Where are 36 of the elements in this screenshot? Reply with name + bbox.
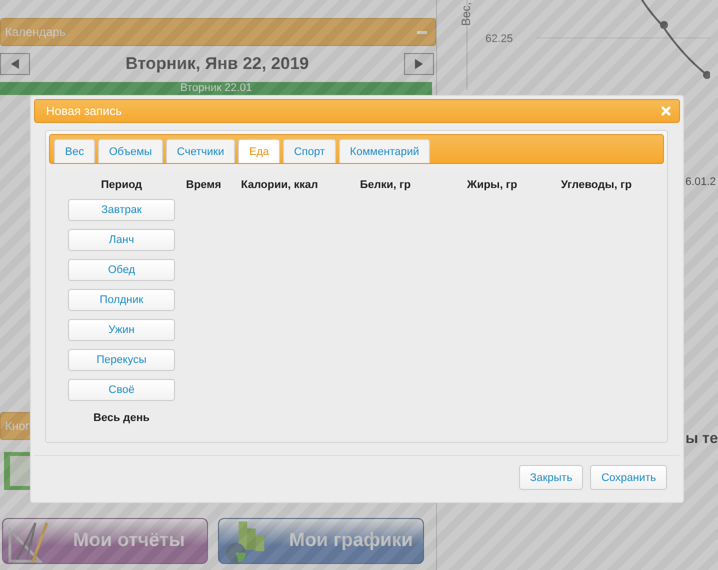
axis-label: Вес, [459,2,474,26]
tab[interactable]: Спорт [282,139,336,163]
column-header: Белки, гр [359,179,412,193]
axis-tick: 62.25 [485,33,513,45]
column-header: Период [100,179,144,193]
column-header: Жиры, гр [466,179,518,193]
tab[interactable]: Комментарий [338,139,430,163]
drafting-tools-icon [7,520,51,564]
column-header: Углеводы, гр [560,179,633,193]
column-header: Калории, ккал [240,179,319,193]
section-heading: ы те [685,430,718,447]
meal-period-button[interactable]: Своё [68,379,175,401]
left-triangle-icon [11,59,19,69]
right-triangle-icon [415,59,424,69]
total-label: Весь день [92,412,151,424]
dialog-title: Новая запись [46,104,122,118]
axis-tick: 6.01.2 [685,176,716,188]
next-day-button[interactable] [404,53,434,75]
tab[interactable]: Счетчики [166,139,236,163]
day-bar[interactable]: Вторник 22.01 [0,82,432,95]
meal-period-button[interactable]: Ужин [68,319,175,341]
meal-period-button[interactable]: Обед [68,259,175,281]
meal-period-button[interactable]: Перекусы [68,349,175,371]
dialog-button[interactable]: Сохранить [590,465,667,490]
current-date: Вторник, Янв 22, 2019 [125,54,309,74]
tab[interactable]: Вес [54,139,95,163]
previous-day-button[interactable] [0,53,30,75]
tab[interactable]: Еда [238,139,280,163]
tab[interactable]: Объемы [98,139,163,163]
meal-period-button[interactable]: Полдник [68,289,175,311]
bar-and-pie-chart-icon [223,520,267,564]
dialog-button[interactable]: Закрыть [518,465,584,490]
panel-title: Календарь [5,25,66,39]
meal-period-button[interactable]: Завтрак [68,199,175,221]
meal-period-button[interactable]: Ланч [68,229,175,251]
column-header: Время [185,179,222,193]
